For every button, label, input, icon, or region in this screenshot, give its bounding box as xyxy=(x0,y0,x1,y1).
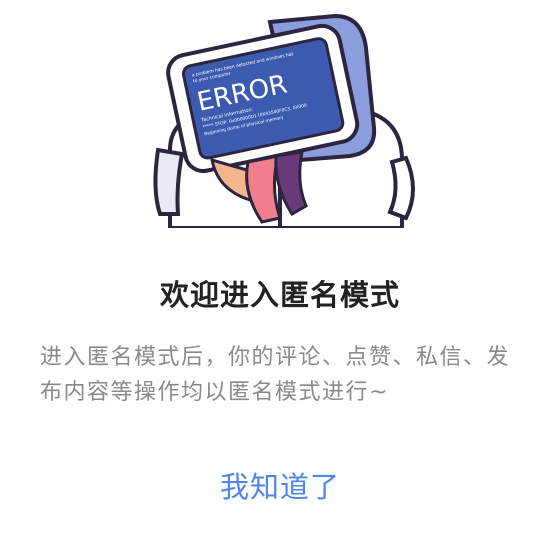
dialog-message: 进入匿名模式后，你的评论、点赞、私信、发布内容等操作均以匿名模式进行~ xyxy=(40,345,511,405)
confirm-button[interactable]: 我知道了 xyxy=(0,464,560,506)
dialog-title: 欢迎进入匿名模式 xyxy=(159,278,400,312)
anonymous-mode-dialog: a problem has been detected and windows … xyxy=(0,0,560,540)
error-computer-icon: a problem has been detected and windows … xyxy=(153,13,415,228)
